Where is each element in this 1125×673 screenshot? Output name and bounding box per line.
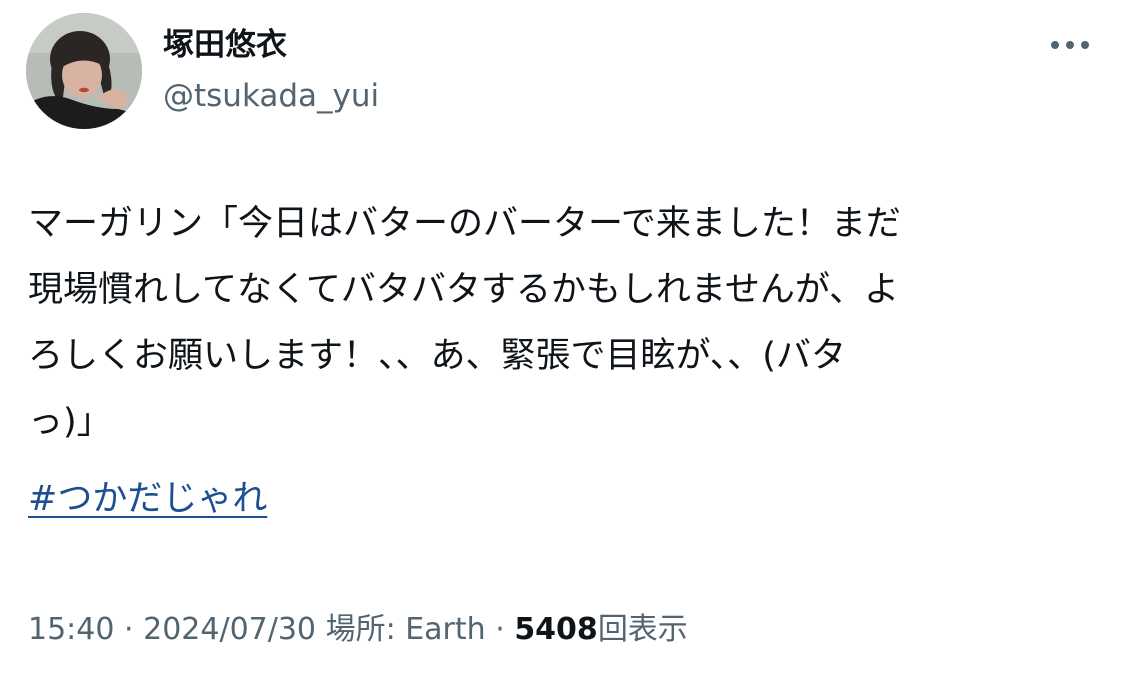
tweet-date[interactable]: 2024/07/30 [143,612,316,647]
tweet-text-line: 現場慣れしてなくてバタバタするかもしれませんが、よ [28,270,900,310]
user-handle[interactable]: @tsukada_yui [163,77,379,115]
tweet-text-line: っ)」 [28,402,112,442]
display-name[interactable]: 塚田悠衣 [163,26,287,64]
meta-separator: · [124,612,134,647]
views-label: 回表示 [597,612,688,647]
meta-separator: · [495,612,505,647]
tweet-meta: 15:40 · 2024/07/30 場所: Earth · 5408回表示 [28,608,688,652]
avatar[interactable] [26,13,142,129]
tweet-text: マーガリン「今日はバターのバーターで来ました！まだ 現場慣れしてなくてバタバタす… [28,191,1098,455]
more-options-button[interactable] [1042,27,1098,63]
tweet-time[interactable]: 15:40 [28,612,114,647]
tweet-text-line: ろしくお願いします！、、あ、緊張で目眩が、、(バタ [28,336,846,376]
tweet-location: 場所: Earth [325,612,486,647]
hashtag-link[interactable]: #つかだじゃれ [28,466,267,532]
avatar-photo [26,13,142,129]
more-horizontal-icon [1051,41,1089,49]
views-count: 5408 [514,612,598,647]
tweet-text-line: マーガリン「今日はバターのバーターで来ました！まだ [28,204,901,244]
